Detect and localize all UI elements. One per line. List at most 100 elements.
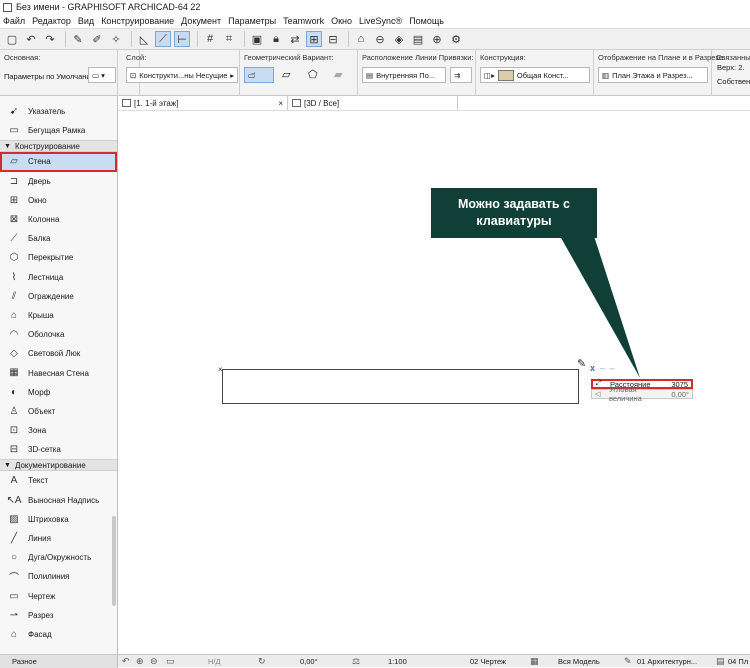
tracker-angle-value[interactable]: 0,00° — [671, 390, 689, 399]
tool-line[interactable]: ╱ Линия — [0, 529, 117, 548]
menu-file[interactable]: Файл — [3, 16, 25, 26]
layers-icon[interactable]: ▣ — [249, 31, 265, 47]
status-plan[interactable]: 04 Пл — [728, 655, 748, 668]
refline-select[interactable]: ▤ Внутренняя По... — [362, 67, 446, 83]
tool-polyline[interactable]: ⌒ Полилиния — [0, 567, 117, 586]
guide-line-icon[interactable]: ⟋ — [155, 31, 171, 47]
display-select[interactable]: ▥ План Этажа и Разрез... — [598, 67, 708, 83]
menu-options[interactable]: Параметры — [228, 16, 276, 26]
tool-label[interactable]: ↖A Выносная Надпись — [0, 491, 117, 510]
status-zoom-out-icon[interactable]: ⊖ — [150, 655, 158, 668]
tool-elevation[interactable]: ⌂ Фасад — [0, 625, 117, 644]
lock-icon[interactable]: 🔒︎ — [268, 31, 284, 47]
status-undo-icon[interactable]: ↶ — [122, 655, 130, 668]
group-documentation[interactable]: ▼ Документирование — [0, 459, 117, 472]
tool-text[interactable]: A Текст — [0, 471, 117, 490]
tool-drawing[interactable]: ▭ Чертеж — [0, 587, 117, 606]
tool-object[interactable]: ♙ Объект — [0, 402, 117, 421]
log-wall-icon[interactable]: ▰ — [334, 68, 342, 81]
trapezoid-wall-icon[interactable]: ▱ — [282, 68, 290, 81]
status-arch[interactable]: 01 Архитектурн... — [637, 655, 697, 668]
menu-teamwork[interactable]: Teamwork — [283, 16, 324, 26]
refline-flip-button[interactable]: ⇉ — [450, 67, 472, 83]
tool-window[interactable]: ⊞ Окно — [0, 191, 117, 210]
status-model[interactable]: Вся Модель — [558, 655, 600, 668]
angle-icon: ◁ — [595, 391, 601, 398]
tab-floor-plan[interactable]: [1. 1-й этаж] × — [118, 96, 288, 110]
floor-plan-icon[interactable]: ⌂ — [353, 31, 369, 47]
tool-railing[interactable]: ⫽ Ограждение — [0, 287, 117, 306]
layer-select[interactable]: ⊡ Конструкти...ны Несущие ▸ — [126, 67, 238, 83]
top-value[interactable]: 2. — [738, 63, 744, 72]
tool-stair[interactable]: ⌇ Лестница — [0, 268, 117, 287]
tracker-distance-value[interactable]: 3075 — [671, 380, 688, 389]
syringe-icon[interactable]: ✐ — [89, 31, 105, 47]
walls-icon[interactable]: ⊟ — [325, 31, 341, 47]
trace-icon[interactable]: ⇄ — [287, 31, 303, 47]
tool-slab[interactable]: ⬡ Перекрытие — [0, 248, 117, 267]
straight-wall-button[interactable]: ▭⃗ — [244, 67, 274, 83]
close-icon[interactable]: × — [278, 99, 283, 108]
tool-shell[interactable]: ◠ Оболочка — [0, 325, 117, 344]
default-params-label[interactable]: Параметры по Умолчанию — [4, 72, 96, 81]
tool-marquee[interactable]: ▭ Бегущая Рамка — [0, 121, 117, 140]
zoom-icon[interactable]: ⊕ — [429, 31, 445, 47]
section-view-icon[interactable]: ⊖ — [372, 31, 388, 47]
tab-3d-view[interactable]: [3D / Все] — [288, 96, 458, 110]
tool-pointer[interactable]: ➹ Указатель — [0, 102, 117, 121]
group-design[interactable]: ▼ Конструирование — [0, 140, 117, 153]
tool-wall[interactable]: ▱ Стена — [0, 152, 117, 172]
tool-column[interactable]: ⊠ Колонна — [0, 210, 117, 229]
status-drawing[interactable]: 02 Чертеж — [470, 655, 506, 668]
magic-wand-icon[interactable]: ✧ — [108, 31, 124, 47]
trace-reference-icon[interactable]: ⊞ — [306, 31, 322, 47]
group-misc[interactable]: Разное — [0, 655, 118, 668]
new-file-icon[interactable]: ▢ — [4, 31, 20, 47]
menu-design[interactable]: Конструирование — [101, 16, 174, 26]
tool-mesh[interactable]: ⊟ 3D-сетка — [0, 440, 117, 459]
menu-livesync[interactable]: LiveSync® — [359, 16, 402, 26]
construction-icon: ◫▸ — [484, 70, 495, 80]
refline-value: Внутренняя По... — [376, 70, 436, 80]
status-rotate-icon[interactable]: ↻ — [258, 655, 266, 668]
ruler-icon[interactable]: ◺ — [136, 31, 152, 47]
status-scale[interactable]: 1:100 — [388, 655, 407, 668]
tracker-angle-row[interactable]: ◁ Угловая величина 0,00° — [591, 385, 693, 403]
menu-document[interactable]: Документ — [181, 16, 221, 26]
layout-icon[interactable]: ▤ — [410, 31, 426, 47]
tool-skylight[interactable]: ◇ Световой Люк — [0, 344, 117, 363]
toolbox-scrollbar[interactable] — [112, 516, 116, 606]
3d-view-icon[interactable]: ◈ — [391, 31, 407, 47]
eyedropper-icon[interactable]: ✎ — [70, 31, 86, 47]
status-angle[interactable]: 0,00° — [300, 655, 318, 668]
redo-icon[interactable]: ↷ — [42, 31, 58, 47]
construction-select[interactable]: ◫▸ Общая Конст... — [480, 67, 590, 83]
top-label: Верх: 2. — [717, 63, 745, 72]
status-zoom-icon[interactable]: ⊕ — [136, 655, 144, 668]
menu-help[interactable]: Помощь — [409, 16, 444, 26]
tool-curtain-wall[interactable]: ▦ Навесная Стена — [0, 363, 117, 382]
display-label: Отображение на Плане и в Разрезе: — [598, 53, 725, 62]
polygon-wall-icon[interactable]: ⬠ — [308, 68, 318, 81]
grid-snap-icon[interactable]: # — [202, 31, 218, 47]
menu-edit[interactable]: Редактор — [32, 16, 71, 26]
menu-view[interactable]: Вид — [78, 16, 94, 26]
menu-window[interactable]: Окно — [331, 16, 352, 26]
toolbox-panel: ➹ Указатель ▭ Бегущая Рамка ▼ Конструиро… — [0, 96, 118, 654]
undo-icon[interactable]: ↶ — [23, 31, 39, 47]
status-fit-icon[interactable]: ▭ — [166, 655, 175, 668]
tool-morph[interactable]: ◐ Морф — [0, 383, 117, 402]
object-icon: ♙ — [9, 405, 19, 417]
suspend-groups-icon[interactable]: ⌗ — [221, 31, 237, 47]
tool-fill[interactable]: ▨ Штриховка — [0, 510, 117, 529]
tool-zone[interactable]: ⊡ Зона — [0, 421, 117, 440]
tool-roof[interactable]: ⌂ Крыша — [0, 306, 117, 325]
view-settings-icon[interactable]: ⚙︎ — [448, 31, 464, 47]
tool-beam[interactable]: ⟋ Балка — [0, 229, 117, 248]
wall-type-selector[interactable]: ▭ ▾ — [88, 67, 116, 83]
tool-section[interactable]: ⇀ Разрез — [0, 606, 117, 625]
tool-door[interactable]: ⊐ Дверь — [0, 172, 117, 191]
window-icon: ⊞ — [9, 194, 19, 206]
snap-guide-icon[interactable]: ⊢ — [174, 31, 190, 47]
tool-arc[interactable]: ○ Дуга/Окружность — [0, 548, 117, 567]
